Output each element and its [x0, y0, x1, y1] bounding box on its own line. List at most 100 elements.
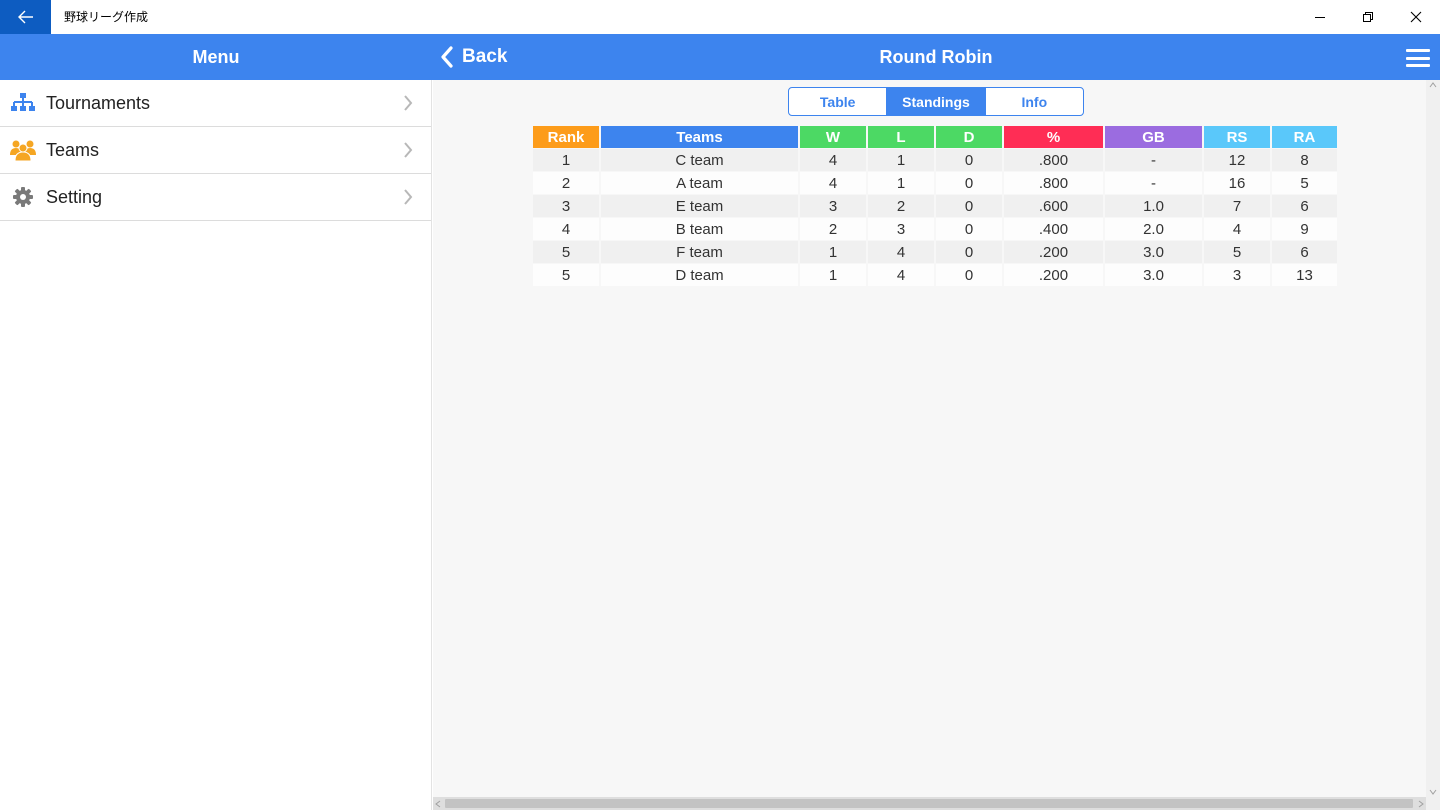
cell-rank: 4 — [533, 218, 599, 240]
table-row[interactable]: 2 A team 4 1 0 .800 - 16 5 — [533, 172, 1337, 194]
sidebar-item-teams[interactable]: Teams — [0, 127, 431, 174]
cell-pct: .800 — [1004, 172, 1103, 194]
gear-icon — [13, 187, 33, 207]
standings-table: Rank Teams W L D % GB RS RA 1 C team 4 1… — [531, 125, 1339, 287]
col-header-w[interactable]: W — [800, 126, 866, 148]
cell-w: 4 — [800, 149, 866, 171]
cell-team: E team — [601, 195, 798, 217]
scrollbar-corner — [1426, 797, 1440, 810]
cell-w: 1 — [800, 241, 866, 263]
sidebar-item-label: Tournaments — [46, 92, 151, 113]
cell-d: 0 — [936, 195, 1002, 217]
cell-w: 4 — [800, 172, 866, 194]
cell-rank: 5 — [533, 241, 599, 263]
window-title: 野球リーグ作成 — [64, 10, 149, 24]
cell-l: 4 — [868, 241, 934, 263]
cell-l: 4 — [868, 264, 934, 286]
cell-w: 1 — [800, 264, 866, 286]
chevron-right-icon — [404, 95, 413, 111]
cell-pct: .400 — [1004, 218, 1103, 240]
col-header-pct[interactable]: % — [1004, 126, 1103, 148]
cell-w: 3 — [800, 195, 866, 217]
cell-d: 0 — [936, 172, 1002, 194]
tab-info[interactable]: Info — [986, 88, 1083, 115]
col-header-rank[interactable]: Rank — [533, 126, 599, 148]
table-row[interactable]: 4 B team 2 3 0 .400 2.0 4 9 — [533, 218, 1337, 240]
cell-rs: 4 — [1204, 218, 1270, 240]
cell-l: 3 — [868, 218, 934, 240]
restore-icon — [1363, 12, 1373, 22]
minimize-icon — [1315, 17, 1325, 18]
cell-rs: 3 — [1204, 264, 1270, 286]
cell-l: 2 — [868, 195, 934, 217]
page-title: Round Robin — [879, 47, 993, 67]
app-header: Menu Back Round Robin — [0, 34, 1440, 80]
cell-l: 1 — [868, 149, 934, 171]
cell-gb: 1.0 — [1105, 195, 1202, 217]
cell-team: C team — [601, 149, 798, 171]
cell-team: F team — [601, 241, 798, 263]
close-icon — [1410, 11, 1422, 23]
horizontal-scrollbar[interactable] — [433, 797, 1426, 810]
cell-gb: 3.0 — [1105, 264, 1202, 286]
cell-gb: - — [1105, 172, 1202, 194]
arrow-left-icon — [17, 10, 33, 24]
col-header-l[interactable]: L — [868, 126, 934, 148]
tournament-icon — [11, 93, 35, 111]
table-row[interactable]: 3 E team 3 2 0 .600 1.0 7 6 — [533, 195, 1337, 217]
hamburger-line — [1406, 64, 1430, 67]
chevron-right-icon — [404, 142, 413, 158]
table-header-row: Rank Teams W L D % GB RS RA — [533, 126, 1337, 148]
col-header-gb[interactable]: GB — [1105, 126, 1202, 148]
cell-w: 2 — [800, 218, 866, 240]
tab-table[interactable]: Table — [789, 88, 888, 115]
table-row[interactable]: 5 D team 1 4 0 .200 3.0 3 13 — [533, 264, 1337, 286]
cell-d: 0 — [936, 264, 1002, 286]
restore-button[interactable] — [1344, 0, 1392, 34]
sidebar-item-tournaments[interactable]: Tournaments — [0, 80, 431, 127]
cell-d: 0 — [936, 149, 1002, 171]
scroll-up-icon[interactable] — [1429, 82, 1437, 88]
hamburger-menu-button[interactable] — [1404, 46, 1432, 70]
col-header-d[interactable]: D — [936, 126, 1002, 148]
tab-standings[interactable]: Standings — [887, 88, 986, 115]
cell-pct: .200 — [1004, 264, 1103, 286]
cell-ra: 5 — [1272, 172, 1337, 194]
window-back-button[interactable] — [0, 0, 51, 34]
cell-ra: 13 — [1272, 264, 1337, 286]
cell-rs: 7 — [1204, 195, 1270, 217]
sidebar-item-label: Teams — [46, 139, 100, 160]
sidebar-item-label: Setting — [46, 186, 103, 207]
cell-rank: 3 — [533, 195, 599, 217]
cell-rs: 16 — [1204, 172, 1270, 194]
window-titlebar: 野球リーグ作成 — [0, 0, 1440, 34]
scrollbar-thumb[interactable] — [445, 799, 1413, 808]
cell-gb: 2.0 — [1105, 218, 1202, 240]
col-header-teams[interactable]: Teams — [601, 126, 798, 148]
col-header-ra[interactable]: RA — [1272, 126, 1337, 148]
table-row[interactable]: 1 C team 4 1 0 .800 - 12 8 — [533, 149, 1337, 171]
col-header-rs[interactable]: RS — [1204, 126, 1270, 148]
menu-title: Menu — [192, 47, 240, 67]
cell-d: 0 — [936, 241, 1002, 263]
cell-rs: 5 — [1204, 241, 1270, 263]
cell-rank: 1 — [533, 149, 599, 171]
vertical-scrollbar[interactable] — [1426, 80, 1440, 797]
scroll-right-icon[interactable] — [1418, 800, 1424, 808]
table-row[interactable]: 5 F team 1 4 0 .200 3.0 5 6 — [533, 241, 1337, 263]
cell-d: 0 — [936, 218, 1002, 240]
minimize-button[interactable] — [1296, 0, 1344, 34]
sidebar-item-setting[interactable]: Setting — [0, 174, 431, 221]
close-button[interactable] — [1392, 0, 1440, 34]
scroll-left-icon[interactable] — [435, 800, 441, 808]
cell-team: A team — [601, 172, 798, 194]
main-content: Table Standings Info Rank Teams W L D % … — [433, 80, 1426, 797]
scroll-down-icon[interactable] — [1429, 789, 1437, 795]
cell-team: D team — [601, 264, 798, 286]
cell-pct: .800 — [1004, 149, 1103, 171]
cell-ra: 6 — [1272, 241, 1337, 263]
cell-rank: 2 — [533, 172, 599, 194]
cell-rank: 5 — [533, 264, 599, 286]
cell-rs: 12 — [1204, 149, 1270, 171]
hamburger-line — [1406, 56, 1430, 60]
